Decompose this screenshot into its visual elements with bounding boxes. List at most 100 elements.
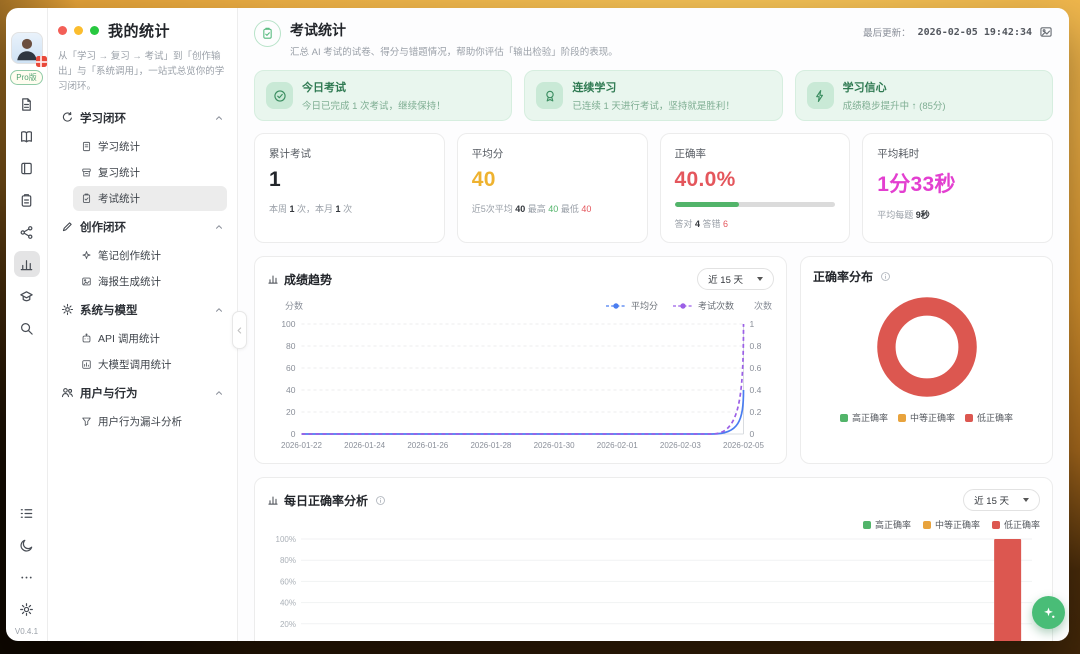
svg-text:60%: 60% [280, 577, 296, 586]
banner-title: 连续学习 [572, 79, 735, 95]
stat-value: 1分33秒 [877, 168, 1038, 198]
stat-label: 平均耗时 [877, 146, 1038, 161]
sidebar-item-0-1[interactable]: 复习统计 [73, 160, 227, 185]
stat-label: 平均分 [472, 146, 633, 161]
book-icon[interactable] [14, 123, 40, 149]
svg-text:40%: 40% [280, 599, 296, 608]
version-label: V0.4.1 [15, 627, 38, 636]
chevron-up-icon [214, 305, 224, 315]
chevron-down-icon [757, 277, 763, 281]
stat-label: 累计考试 [269, 146, 430, 161]
chart-title: 正确率分布 [813, 268, 873, 285]
minimize-button[interactable] [74, 26, 83, 35]
banner-title: 今日考试 [302, 79, 446, 95]
banner-desc: 今日已完成 1 次考试，继续保持！ [302, 98, 446, 112]
bars-legend: 高正确率中等正确率低正确率 [267, 518, 1040, 531]
svg-text:40: 40 [286, 385, 296, 395]
file-document-icon[interactable] [14, 91, 40, 117]
sidebar-item-1-1[interactable]: 海报生成统计 [73, 269, 227, 294]
stat-card-total-exams: 累计考试1本周 1 次，本月 1 次 [254, 133, 445, 243]
menu-group-0[interactable]: 学习闭环 [58, 103, 227, 133]
svg-text:0.4: 0.4 [750, 385, 762, 395]
sidebar-collapse-handle[interactable] [232, 311, 247, 349]
progress-fill [675, 202, 739, 207]
sidebar-item-0-2[interactable]: 考试统计 [73, 186, 227, 211]
ai-assistant-fab[interactable] [1032, 596, 1065, 629]
svg-text:0.6: 0.6 [750, 363, 762, 373]
menu-group-label: 学习闭环 [80, 110, 126, 126]
sidebar-subtitle: 从「学习 → 复习 → 考试」到「创作输出」与「系统调用」，一站式总览你的学习闭… [58, 49, 227, 95]
chart-title: 成绩趋势 [284, 271, 332, 288]
sidebar-item-2-1[interactable]: 大模型调用统计 [73, 352, 227, 377]
avatar[interactable] [11, 32, 43, 64]
users-icon [61, 386, 74, 399]
stat-card-average-score: 平均分40近5次平均 40 最高 40 最低 40 [457, 133, 648, 243]
bar-chart-icon[interactable] [14, 251, 40, 277]
journal-icon[interactable] [14, 155, 40, 181]
svg-text:0.8: 0.8 [750, 341, 762, 351]
menu-group-3[interactable]: 用户与行为 [58, 378, 227, 408]
check-circle-icon [266, 82, 293, 109]
stat-subtext: 平均每题 9秒 [877, 208, 1038, 221]
model-icon [81, 359, 92, 370]
more-options-icon[interactable] [14, 564, 40, 590]
left-axis-label: 分数 [285, 299, 303, 312]
search-icon[interactable] [14, 315, 40, 341]
cycle-icon [61, 111, 74, 124]
icon-rail: Pro版 V0.4.1 [6, 8, 48, 641]
banner-text: 学习信心成绩稳步提升中 ↑ (85分) [843, 79, 946, 112]
moon-icon[interactable] [14, 532, 40, 558]
export-image-icon[interactable] [1039, 25, 1053, 39]
banner-desc: 已连续 1 天进行考试，坚持就是胜利！ [572, 98, 735, 112]
banner-title: 学习信心 [843, 79, 946, 95]
mini-bars-icon [267, 273, 279, 285]
legend-item: 低正确率 [992, 518, 1040, 531]
share-icon[interactable] [14, 219, 40, 245]
archive-icon [81, 167, 92, 178]
close-button[interactable] [58, 26, 67, 35]
legend-item: 平均分 [605, 299, 658, 312]
sidebar-item-label: 笔记创作统计 [98, 248, 161, 263]
range-select[interactable]: 近 15 天 [697, 268, 774, 290]
sidebar-item-2-0[interactable]: API 调用统计 [73, 326, 227, 351]
stat-card-accuracy: 正确率40.0%答对 4 答错 6 [660, 133, 851, 243]
sparkle-icon [81, 250, 92, 261]
chevron-up-icon [214, 113, 224, 123]
svg-text:100%: 100% [276, 535, 296, 544]
daily-accuracy-card: 每日正确率分析 近 15 天 高正确率中等正确率低正确率 0%20%40%60%… [254, 477, 1053, 641]
gift-badge-icon [36, 56, 47, 67]
exam-icon [81, 193, 92, 204]
clipboard-icon[interactable] [14, 187, 40, 213]
chevron-up-icon [214, 388, 224, 398]
graduation-cap-icon[interactable] [14, 283, 40, 309]
sidebar-item-0-0[interactable]: 学习统计 [73, 134, 227, 159]
last-updated-label: 最后更新： [863, 25, 911, 39]
doc-stat-icon [81, 141, 92, 152]
banner-desc: 成绩稳步提升中 ↑ (85分) [843, 98, 946, 112]
checklist-icon[interactable] [14, 500, 40, 526]
svg-text:80%: 80% [280, 556, 296, 565]
last-updated-value: 2026-02-05 19:42:34 [918, 27, 1032, 38]
pen-icon [61, 220, 74, 233]
banner-1: 连续学习已连续 1 天进行考试，坚持就是胜利！ [524, 70, 782, 121]
chevron-up-icon [214, 222, 224, 232]
sidebar-item-label: 复习统计 [98, 165, 140, 180]
info-icon[interactable] [880, 271, 891, 282]
svg-text:80: 80 [286, 341, 296, 351]
poster-icon [81, 276, 92, 287]
highlight-banners: 今日考试今日已完成 1 次考试，继续保持！ 连续学习已连续 1 天进行考试，坚持就… [254, 70, 1053, 121]
range-select[interactable]: 近 15 天 [963, 489, 1040, 511]
zoom-button[interactable] [90, 26, 99, 35]
mini-bars-icon [267, 494, 279, 506]
sidebar-menu: 学习闭环学习统计复习统计考试统计创作闭环笔记创作统计海报生成统计系统与模型API… [58, 103, 227, 434]
sidebar-item-3-0[interactable]: 用户行为漏斗分析 [73, 409, 227, 434]
pro-badge: Pro版 [10, 70, 42, 85]
sidebar-item-1-0[interactable]: 笔记创作统计 [73, 243, 227, 268]
chart-title: 每日正确率分析 [284, 492, 368, 509]
info-icon[interactable] [375, 495, 386, 506]
stat-card-average-time: 平均耗时 1分33秒平均每题 9秒 [862, 133, 1053, 243]
menu-group-1[interactable]: 创作闭环 [58, 212, 227, 242]
daily-accuracy-chart: 0%20%40%60%80%100%01-2201-2301-2401-2501… [267, 531, 1040, 641]
menu-group-2[interactable]: 系统与模型 [58, 295, 227, 325]
settings-icon[interactable] [14, 596, 40, 622]
